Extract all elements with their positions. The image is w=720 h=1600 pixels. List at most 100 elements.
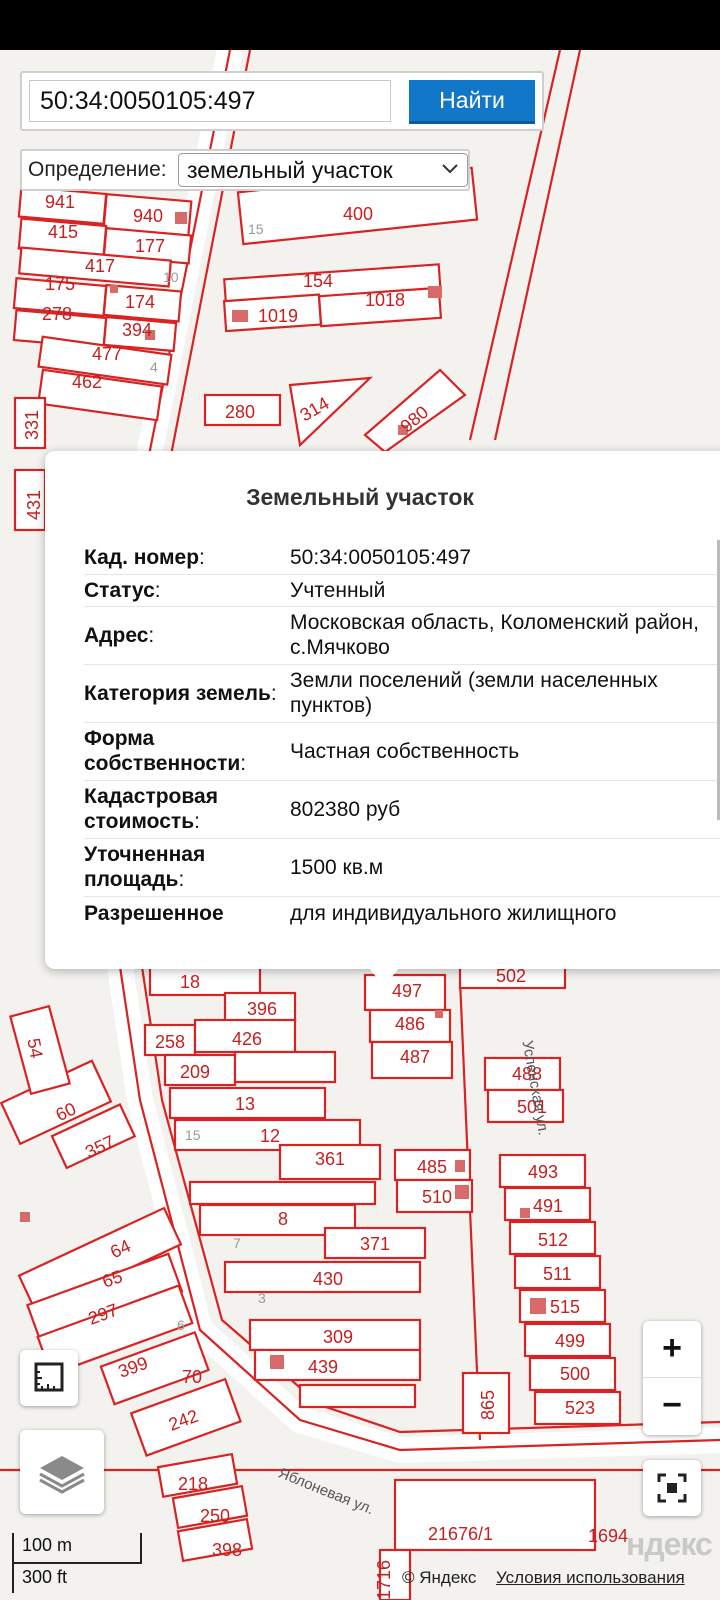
parcel-label: 174 bbox=[125, 292, 155, 312]
info-row: Кад. номер: 50:34:0050105:497 bbox=[84, 542, 720, 575]
parcel-label: 941 bbox=[45, 192, 75, 212]
info-key-colon: : bbox=[270, 681, 277, 705]
parcel-label: 486 bbox=[395, 1014, 425, 1034]
parcel-label: 493 bbox=[528, 1162, 558, 1182]
parcel-label: 154 bbox=[303, 271, 333, 291]
parcel-label: 398 bbox=[212, 1540, 242, 1560]
layers-icon bbox=[39, 1456, 85, 1494]
parcel-label: 400 bbox=[343, 204, 373, 224]
parcel-label: 1019 bbox=[258, 306, 298, 326]
popup-title: Земельный участок bbox=[246, 484, 474, 510]
parcel-label: 477 bbox=[92, 344, 122, 364]
parcel-label: 21676/1 bbox=[428, 1524, 493, 1544]
info-key-colon: : bbox=[148, 623, 155, 647]
parcel-label: 177 bbox=[135, 236, 165, 256]
info-key-colon: : bbox=[194, 810, 200, 833]
info-key-colon: : bbox=[178, 868, 185, 891]
parcel-label: 865 bbox=[478, 1390, 498, 1420]
parcel-label: 278 bbox=[42, 304, 72, 324]
parcel-label: 12 bbox=[260, 1126, 280, 1146]
parcel-label: 361 bbox=[315, 1149, 345, 1169]
info-value: Учтенный bbox=[290, 574, 720, 607]
info-key: Категория земель bbox=[84, 681, 271, 705]
layers-button[interactable] bbox=[20, 1430, 104, 1514]
info-key: Адрес bbox=[84, 623, 149, 647]
info-key: Статус bbox=[84, 578, 155, 602]
definition-selected-value: земельный участок bbox=[187, 157, 393, 183]
info-key-colon: : bbox=[240, 752, 247, 775]
locate-icon bbox=[657, 1473, 687, 1503]
parcel-label: 515 bbox=[550, 1297, 580, 1317]
scale-meters: 100 m bbox=[22, 1535, 73, 1555]
info-row: Категория земель: Земли поселений (земли… bbox=[84, 664, 720, 723]
parcel-label: 331 bbox=[22, 410, 42, 440]
parcel-label: 250 bbox=[200, 1506, 230, 1526]
yandex-logo: ндекс bbox=[626, 1526, 713, 1562]
house-number: 6 bbox=[177, 1317, 185, 1333]
parcel-label: 70 bbox=[182, 1367, 202, 1387]
find-button[interactable]: Найти bbox=[409, 80, 535, 124]
parcel-label: 209 bbox=[180, 1062, 210, 1082]
info-row: Кадастровая стоимость: 802380 руб bbox=[84, 780, 720, 839]
zoom-controls: + − bbox=[643, 1321, 701, 1435]
parcel-label: 500 bbox=[560, 1364, 590, 1384]
definition-panel: Определение: земельный участок bbox=[20, 149, 470, 191]
info-value: для индивидуального жилищного bbox=[290, 901, 617, 925]
parcel-label: 394 bbox=[122, 320, 152, 340]
parcel-label: 511 bbox=[543, 1264, 572, 1284]
house-number: 7 bbox=[233, 1235, 241, 1251]
parcel-label: 499 bbox=[555, 1331, 585, 1351]
parcel-label: 280 bbox=[225, 402, 255, 422]
info-row: Адрес: Московская область, Коломенский р… bbox=[84, 606, 720, 665]
info-value: Земли поселений (земли населенных пункто… bbox=[290, 664, 720, 723]
parcel-label: 8 bbox=[278, 1209, 288, 1229]
parcel-label: 1018 bbox=[365, 290, 405, 310]
parcel-label: 1716 bbox=[374, 1560, 394, 1600]
parcel-label: 18 bbox=[180, 972, 200, 992]
info-value: Московская область, Коломенский район, с… bbox=[290, 606, 720, 665]
definition-select[interactable]: земельный участок bbox=[178, 153, 468, 187]
parcel-label: 523 bbox=[565, 1398, 595, 1418]
parcel-label: 13 bbox=[235, 1094, 255, 1114]
zoom-in-button[interactable]: + bbox=[643, 1321, 701, 1378]
parcel-label: 396 bbox=[247, 999, 277, 1019]
parcel-info-table: Кад. номер: 50:34:0050105:497 Статус: Уч… bbox=[84, 542, 720, 930]
info-key: Уточненная площадь bbox=[84, 843, 206, 891]
ruler-button[interactable] bbox=[20, 1350, 78, 1406]
parcel-label: 512 bbox=[538, 1230, 568, 1250]
street-label: Яблоневая ул. bbox=[276, 1465, 376, 1519]
cadastral-search-input[interactable] bbox=[29, 80, 391, 122]
info-key: Кад. номер bbox=[84, 546, 200, 570]
parcel-label: 502 bbox=[496, 966, 526, 986]
definition-label: Определение: bbox=[28, 158, 167, 181]
locate-button[interactable] bbox=[643, 1460, 701, 1516]
info-value: 1500 кв.м bbox=[290, 838, 720, 897]
parcel-label: 485 bbox=[417, 1157, 447, 1177]
parcel-label: 54 bbox=[23, 1037, 46, 1060]
ruler-icon bbox=[34, 1362, 64, 1392]
house-number: 4 bbox=[150, 359, 158, 375]
parcel-label: 940 bbox=[133, 206, 163, 226]
info-row: Уточненная площадь: 1500 кв.м bbox=[84, 838, 720, 897]
copyright-text: © Яндекс bbox=[402, 1568, 477, 1587]
parcel-label: 175 bbox=[45, 274, 75, 294]
parcel-label: 439 bbox=[308, 1357, 338, 1377]
house-number: 3 bbox=[258, 1290, 266, 1306]
info-row: Статус: Учтенный bbox=[84, 574, 720, 607]
parcel-label: 371 bbox=[360, 1234, 390, 1254]
parcel-label: 258 bbox=[155, 1032, 185, 1052]
info-key-colon: : bbox=[154, 578, 161, 602]
parcel-label: 510 bbox=[422, 1187, 452, 1207]
scale-feet: 300 ft bbox=[22, 1567, 68, 1587]
info-key: Разрешенное bbox=[84, 901, 224, 925]
terms-of-use-link[interactable]: Условия использования bbox=[496, 1568, 685, 1588]
zoom-out-button[interactable]: − bbox=[643, 1378, 701, 1434]
info-value: 50:34:0050105:497 bbox=[290, 542, 720, 575]
house-number: 10 bbox=[163, 269, 179, 285]
info-key: Форма собственности bbox=[84, 727, 241, 775]
scale-bar: 100 m 300 ft bbox=[12, 1533, 142, 1593]
status-bar bbox=[0, 0, 720, 50]
parcel-label: 1694 bbox=[588, 1526, 628, 1546]
info-value: Частная собственность bbox=[290, 722, 720, 781]
parcel-label: 491 bbox=[533, 1196, 563, 1216]
